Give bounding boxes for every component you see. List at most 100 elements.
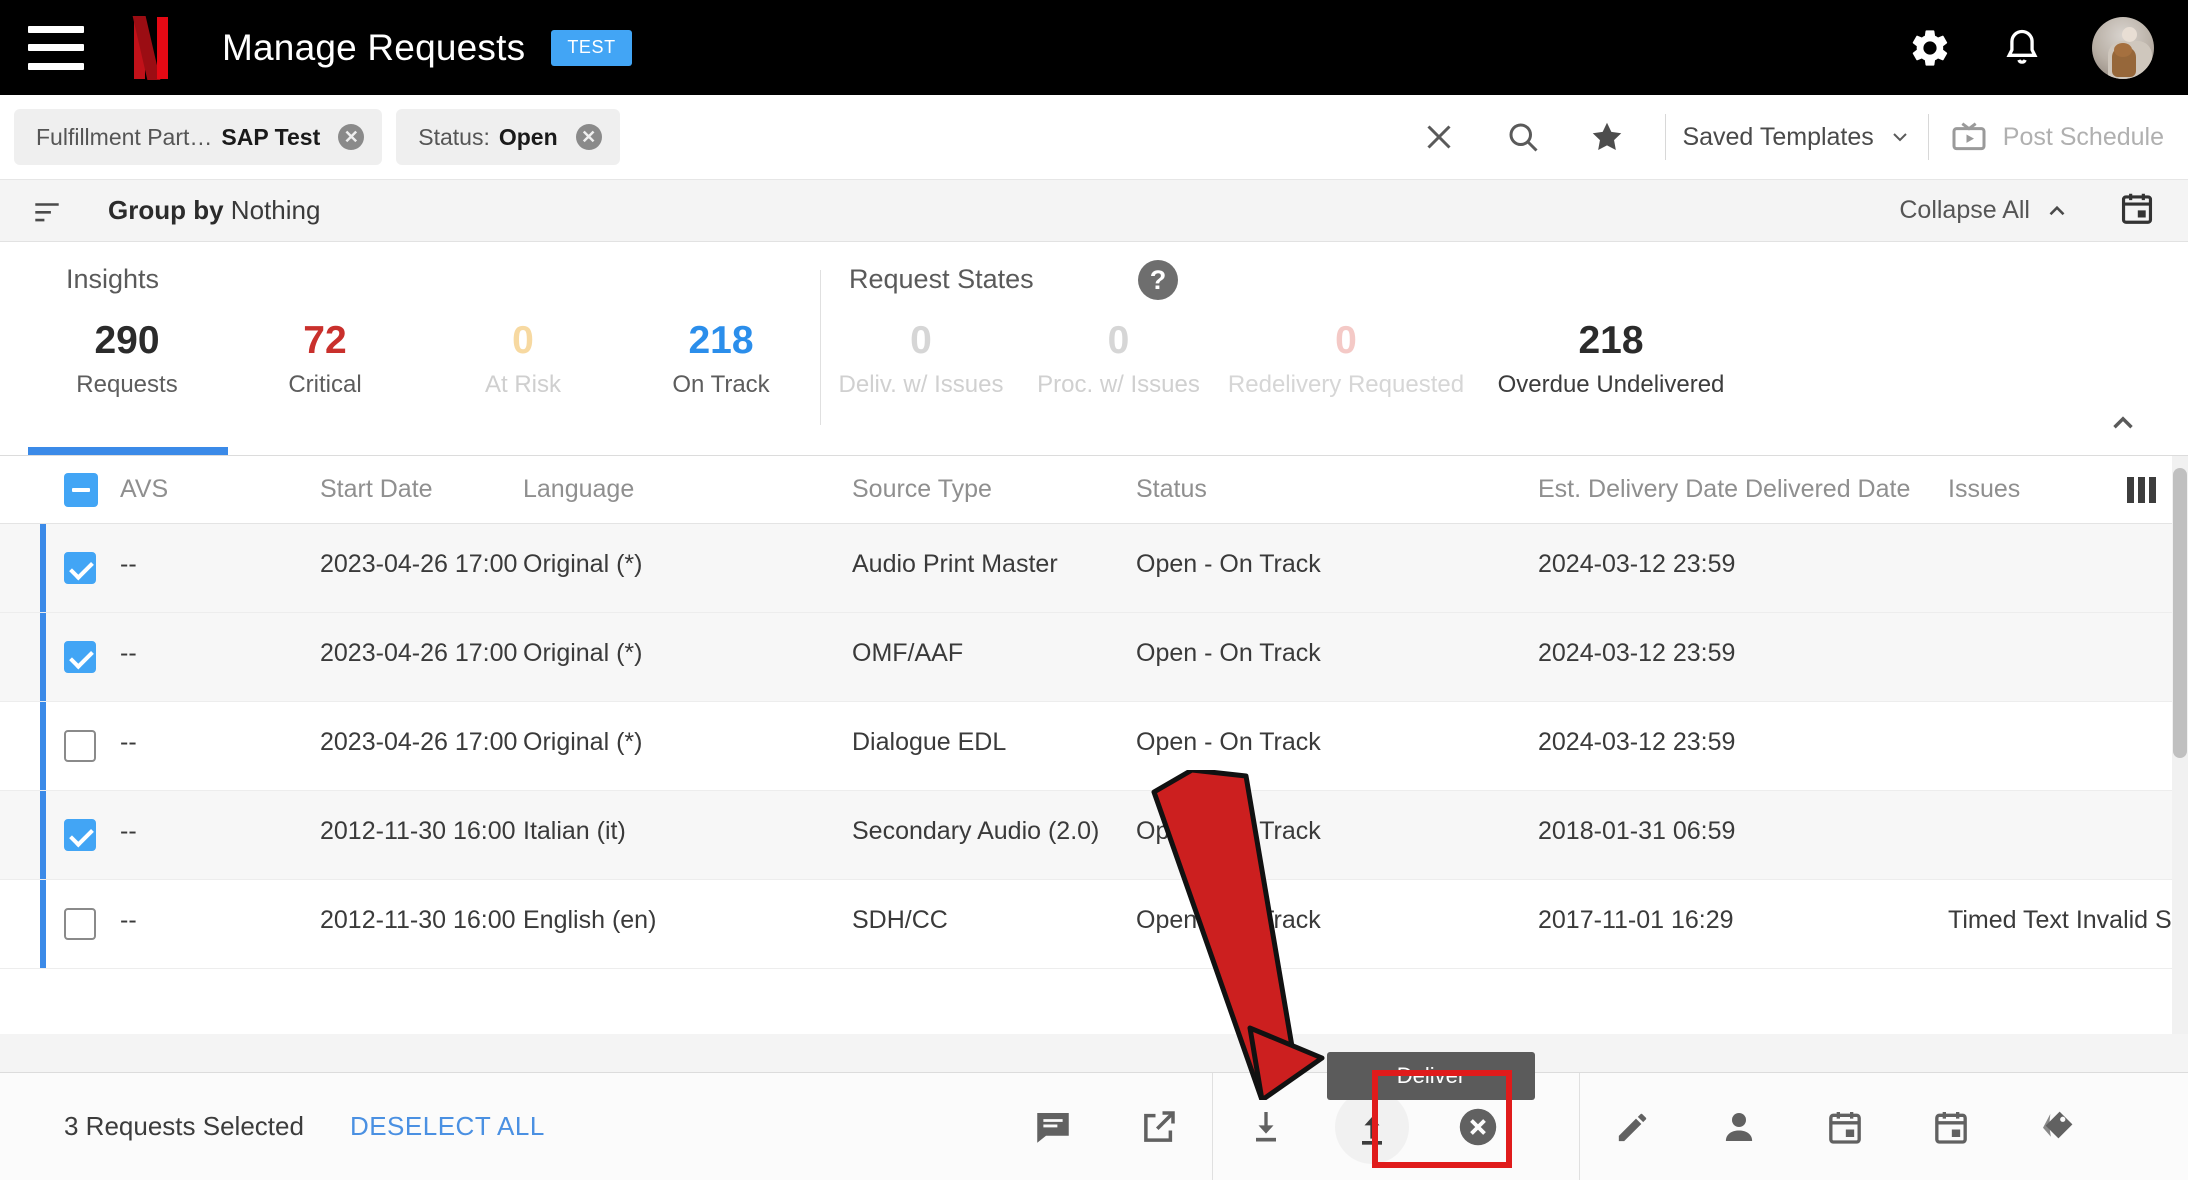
insights-collapse-icon[interactable]	[2106, 406, 2140, 445]
cell-start-date: 2012-11-30 16:00	[320, 906, 516, 934]
state-value: 0	[1107, 319, 1130, 362]
column-header-start-date[interactable]: Start Date	[320, 475, 433, 504]
request-states-group: Request States 0 Deliv. w/ Issues 0 Proc…	[821, 242, 1881, 455]
cell-start-date: 2012-11-30 16:00	[320, 817, 516, 845]
calendar-due-icon[interactable]	[1898, 1073, 2004, 1180]
row-checkbox[interactable]	[64, 552, 96, 584]
state-value: 218	[1578, 319, 1644, 362]
stat-value: 290	[94, 319, 160, 362]
row-checkbox[interactable]	[64, 641, 96, 673]
table-row[interactable]: -- 2023-04-26 17:00 Original (*) Dialogu…	[0, 702, 2188, 791]
state-overdue-undelivered[interactable]: 218 Overdue Undelivered	[1476, 319, 1746, 399]
group-sort-icon[interactable]	[30, 198, 64, 224]
table-header: AVS Start Date Language Source Type Stat…	[0, 456, 2188, 524]
filter-bar-actions: Saved Templates Post Schedule	[1397, 111, 2164, 163]
table-row[interactable]: -- 2012-11-30 16:00 English (en) SDH/CC …	[0, 880, 2188, 969]
column-header-avs[interactable]: AVS	[120, 475, 168, 504]
chip-value: Open	[498, 123, 558, 150]
cell-source-type: OMF/AAF	[852, 639, 964, 667]
edit-pencil-icon[interactable]	[1580, 1073, 1686, 1180]
action-group-notes	[1000, 1073, 1212, 1180]
stat-critical[interactable]: 72 Critical	[226, 319, 424, 399]
table-row[interactable]: -- 2023-04-26 17:00 Original (*) Audio P…	[0, 524, 2188, 613]
saved-templates-dropdown[interactable]: Saved Templates	[1682, 123, 1911, 152]
table-row[interactable]: -- 2023-04-26 17:00 Original (*) OMF/AAF…	[0, 613, 2188, 702]
tv-play-icon	[1952, 122, 1986, 151]
assign-person-icon[interactable]	[1686, 1073, 1792, 1180]
state-redelivery-requested[interactable]: 0 Redelivery Requested	[1216, 319, 1476, 399]
action-group-edit	[1579, 1073, 2110, 1180]
column-header-est-delivery[interactable]: Est. Delivery Date	[1538, 475, 1738, 504]
calendar-start-icon[interactable]	[1792, 1073, 1898, 1180]
saved-templates-label: Saved Templates	[1682, 122, 1874, 151]
user-avatar[interactable]	[2092, 16, 2154, 79]
table-row[interactable]: -- 2012-11-30 16:00 Italian (it) Seconda…	[0, 791, 2188, 880]
state-proc-with-issues[interactable]: 0 Proc. w/ Issues	[1021, 319, 1216, 399]
comment-icon[interactable]	[1000, 1073, 1106, 1180]
column-header-issues[interactable]: Issues	[1948, 475, 2020, 504]
row-accent	[40, 880, 46, 968]
filter-chip-status[interactable]: Status: Open ✕	[396, 109, 620, 165]
select-all-checkbox[interactable]	[64, 472, 98, 507]
state-value: 0	[910, 319, 932, 362]
stat-at-risk[interactable]: 0 At Risk	[424, 319, 622, 399]
download-icon[interactable]	[1213, 1073, 1319, 1180]
calendar-icon[interactable]	[2118, 189, 2156, 232]
cell-language: Italian (it)	[523, 817, 626, 845]
chip-remove-icon[interactable]: ✕	[575, 124, 602, 150]
chip-key: Status:	[418, 123, 490, 150]
group-by-value: Nothing	[230, 195, 321, 225]
column-header-delivered-date[interactable]: Delivered Date	[1745, 475, 1910, 504]
group-bar-right: Collapse All	[1899, 189, 2156, 232]
hamburger-menu-icon[interactable]	[28, 25, 84, 70]
filter-bar: Fulfillment Part… SAP Test ✕ Status: Ope…	[0, 95, 2188, 180]
column-header-source-type[interactable]: Source Type	[852, 475, 992, 504]
cell-issues: Timed Text Invalid Sour	[1948, 906, 2188, 934]
column-settings-icon[interactable]	[2127, 476, 2156, 503]
bulk-action-bar: 3 Requests Selected DESELECT ALL	[0, 1072, 2188, 1180]
post-schedule-label: Post Schedule	[2002, 122, 2164, 151]
state-label: Proc. w/ Issues	[1037, 370, 1200, 398]
tag-icon[interactable]	[2004, 1073, 2110, 1180]
row-checkbox[interactable]	[64, 908, 96, 940]
cell-source-type: Dialogue EDL	[852, 728, 1007, 756]
column-header-language[interactable]: Language	[523, 475, 634, 504]
deselect-all-button[interactable]: DESELECT ALL	[350, 1111, 545, 1142]
search-icon[interactable]	[1497, 111, 1549, 163]
bell-icon[interactable]	[2000, 26, 2044, 70]
page-title: Manage Requests	[222, 26, 526, 68]
cell-start-date: 2023-04-26 17:00	[320, 639, 518, 667]
state-deliv-with-issues[interactable]: 0 Deliv. w/ Issues	[821, 319, 1021, 399]
cell-avs: --	[120, 550, 137, 578]
close-icon[interactable]	[1413, 111, 1465, 163]
row-checkbox[interactable]	[64, 819, 96, 851]
state-label: Overdue Undelivered	[1497, 370, 1725, 398]
chevron-up-icon	[2049, 205, 2065, 215]
post-schedule-button[interactable]: Post Schedule	[1949, 117, 2164, 157]
stat-requests[interactable]: 290 Requests	[28, 319, 226, 399]
stat-value: 72	[303, 319, 347, 362]
table-scrollbar-thumb[interactable]	[2173, 468, 2187, 758]
table-footer-gap	[0, 1034, 2188, 1072]
group-by-label-wrap[interactable]: Group by Nothing	[108, 195, 320, 226]
gear-icon[interactable]	[1908, 26, 1952, 70]
environment-badge: TEST	[551, 29, 632, 66]
stat-on-track[interactable]: 218 On Track	[622, 319, 820, 399]
stat-label: Critical	[288, 370, 362, 398]
manage-requests-app: Manage Requests TEST Fulfillment Part… S…	[0, 0, 2188, 1180]
cell-est-delivery: 2024-03-12 23:59	[1538, 550, 1736, 578]
cell-start-date: 2023-04-26 17:00	[320, 728, 518, 756]
cell-source-type: Audio Print Master	[852, 550, 1058, 578]
collapse-all-button[interactable]: Collapse All	[1899, 196, 2070, 225]
row-checkbox[interactable]	[64, 730, 96, 762]
filter-chip-fulfillment-partner[interactable]: Fulfillment Part… SAP Test ✕	[14, 109, 383, 165]
column-header-status[interactable]: Status	[1136, 475, 1207, 504]
cell-status: Open - On Track	[1136, 817, 1321, 845]
insights-title: Insights	[66, 264, 160, 294]
chip-remove-icon[interactable]: ✕	[338, 124, 365, 150]
group-by-bar: Group by Nothing Collapse All	[0, 180, 2188, 242]
star-icon[interactable]	[1581, 111, 1633, 163]
open-external-icon[interactable]	[1106, 1073, 1212, 1180]
divider	[1927, 114, 1929, 160]
help-circle-icon[interactable]: ?	[1138, 260, 1178, 300]
